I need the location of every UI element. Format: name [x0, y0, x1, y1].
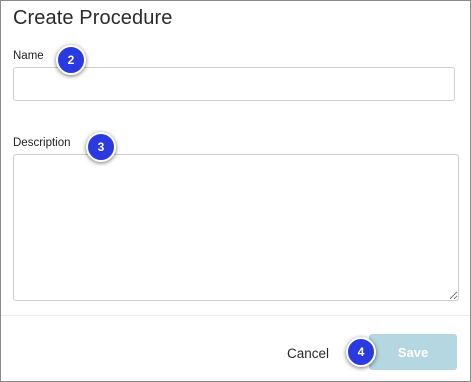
- step-marker-2: 2: [56, 45, 86, 75]
- name-label: Name: [13, 50, 44, 62]
- save-button[interactable]: Save: [369, 334, 457, 370]
- footer-divider: [1, 315, 470, 316]
- cancel-button[interactable]: Cancel: [277, 340, 339, 366]
- step-marker-4: 4: [346, 337, 376, 367]
- step-marker-3: 3: [86, 132, 116, 162]
- description-label: Description: [13, 137, 71, 149]
- dialog-title: Create Procedure: [13, 7, 173, 29]
- description-textarea[interactable]: [13, 154, 459, 301]
